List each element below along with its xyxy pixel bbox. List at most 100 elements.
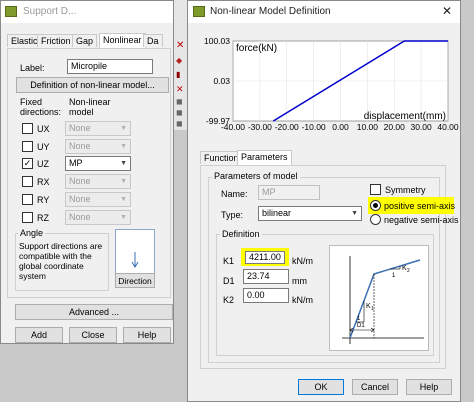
ux-model-select[interactable]: None ▼: [65, 121, 131, 136]
close-icon[interactable]: ✕: [442, 4, 452, 18]
label-caption: Label:: [20, 63, 45, 73]
y-tick-label: 0.03: [213, 76, 230, 86]
x-tick-label: 0.00: [332, 122, 349, 132]
nonlinear-dialog-titlebar[interactable]: Non-linear Model Definition ✕: [188, 1, 460, 23]
toolbar-square-icon[interactable]: ◼: [176, 97, 183, 106]
uz-checkbox[interactable]: ✓: [22, 158, 33, 169]
sketch-k1-subscript: 1: [371, 306, 374, 312]
positive-semi-axis-radio[interactable]: [370, 200, 381, 211]
ry-label: RY: [37, 195, 50, 205]
angle-group-title: Angle: [18, 228, 46, 238]
k1-input[interactable]: 4211.00: [245, 251, 285, 264]
x-axis-label: displacement(mm): [364, 111, 446, 122]
background-toolbar: ✕ ◆ ▮ ✕ ◼ ◼ ◼: [173, 0, 187, 130]
k1-caption: K1: [223, 256, 235, 266]
uz-model-value: MP: [69, 158, 83, 168]
negative-semi-axis-radio[interactable]: [370, 214, 381, 225]
chevron-down-icon: ▼: [120, 214, 127, 221]
uy-model-select[interactable]: None ▼: [65, 139, 131, 154]
support-tabs: Elastic Friction Gap Nonlinear Da: [7, 33, 171, 48]
y-tick-label: -99.97: [206, 116, 230, 126]
symmetry-label: Symmetry: [385, 185, 426, 195]
toolbar-node-icon[interactable]: ◆: [176, 56, 182, 65]
sketch-one-b: 1: [392, 273, 396, 279]
uy-model-value: None: [69, 141, 91, 151]
support-definition-dialog: Support D... Elastic Friction Gap Nonlin…: [0, 0, 174, 344]
tab-friction[interactable]: Friction: [37, 34, 75, 47]
d1-input[interactable]: 23.74: [243, 269, 289, 284]
uz-model-select[interactable]: MP ▼: [65, 156, 131, 171]
x-tick-label: -30.00: [248, 122, 272, 132]
direction-preview: [115, 229, 155, 275]
rz-model-select[interactable]: None ▼: [65, 210, 131, 225]
k2-input[interactable]: 0.00: [243, 288, 289, 303]
cancel-button[interactable]: Cancel: [352, 379, 398, 395]
ry-checkbox[interactable]: [22, 194, 33, 205]
rx-model-select[interactable]: None ▼: [65, 174, 131, 189]
advanced-button[interactable]: Advanced ...: [15, 304, 173, 320]
positive-semi-axis-label: positive semi-axis: [384, 201, 456, 211]
force-displacement-chart: -40.00 -30.00 -20.00 -10.00 0.00 10.00 20.00 30…: [204, 37, 459, 132]
definition-nonlinear-model-button[interactable]: Definition of non-linear model...: [16, 77, 169, 93]
y-tick-label: 100.03: [204, 37, 230, 46]
d1-caption: D1: [223, 276, 235, 286]
chevron-down-icon: ▼: [120, 178, 127, 185]
ok-button[interactable]: OK: [298, 379, 344, 395]
name-caption: Name:: [221, 189, 248, 199]
direction-button[interactable]: Direction: [115, 273, 155, 288]
rx-checkbox[interactable]: [22, 176, 33, 187]
chevron-down-icon: ▼: [120, 160, 127, 167]
d1-unit: mm: [292, 276, 307, 286]
app-icon: [5, 6, 17, 17]
nonlinear-dialog-title: Non-linear Model Definition: [210, 6, 331, 17]
chevron-down-icon: ▼: [351, 210, 358, 217]
chevron-down-icon: ▼: [120, 196, 127, 203]
toolbar-square-icon[interactable]: ◼: [176, 108, 183, 117]
chevron-down-icon: ▼: [120, 143, 127, 150]
help-button[interactable]: Help: [406, 379, 452, 395]
type-select[interactable]: bilinear ▼: [258, 206, 362, 221]
label-input[interactable]: Micropile: [67, 59, 153, 74]
tab-nonlinear[interactable]: Nonlinear: [99, 33, 146, 48]
rz-model-value: None: [69, 212, 91, 222]
symmetry-checkbox[interactable]: [370, 184, 381, 195]
nonlinear-model-dialog: Non-linear Model Definition ✕ -40.00 -30.…: [187, 0, 461, 402]
chevron-down-icon: ▼: [120, 125, 127, 132]
support-dialog-titlebar[interactable]: Support D...: [1, 1, 173, 23]
uy-label: UY: [37, 142, 50, 152]
ry-model-select[interactable]: None ▼: [65, 192, 131, 207]
rx-label: RX: [37, 177, 50, 187]
angle-description: Support directions are compatible with t…: [19, 241, 103, 281]
checkmark-icon: ✓: [23, 158, 32, 168]
rz-label: RZ: [37, 213, 49, 223]
app-icon: [193, 6, 205, 17]
fixed-directions-header: Fixed directions:: [20, 97, 62, 117]
toolbar-delete-icon[interactable]: ✕: [176, 84, 184, 95]
help-button[interactable]: Help: [123, 327, 171, 343]
ux-checkbox[interactable]: [22, 123, 33, 134]
toolbar-close-icon[interactable]: ✕: [176, 40, 184, 51]
tab-data[interactable]: Da: [143, 34, 163, 47]
close-button[interactable]: Close: [69, 327, 117, 343]
k2-unit: kN/m: [292, 295, 313, 305]
tab-parameters[interactable]: Parameters: [237, 150, 292, 165]
tab-gap[interactable]: Gap: [72, 34, 98, 47]
x-tick-label: 20.00: [384, 122, 406, 132]
rx-model-value: None: [69, 176, 91, 186]
arrow-down-icon: [131, 252, 139, 268]
type-value: bilinear: [262, 208, 292, 218]
rz-checkbox[interactable]: [22, 212, 33, 223]
bilinear-sketch-drawing: K 1 K 2 1 1 D1: [342, 256, 424, 344]
x-tick-label: -20.00: [275, 122, 299, 132]
uz-label: UZ: [37, 159, 49, 169]
toolbar-bar-icon[interactable]: ▮: [176, 70, 180, 79]
x-tick-label: 40.00: [437, 122, 459, 132]
sketch-one-a: 1: [357, 316, 361, 322]
name-input[interactable]: MP: [258, 185, 320, 200]
uy-checkbox[interactable]: [22, 141, 33, 152]
nonlinear-model-header: Non-linear model: [69, 97, 111, 117]
add-button[interactable]: Add: [15, 327, 63, 343]
y-axis-label: force(kN): [236, 43, 277, 54]
toolbar-square-icon[interactable]: ◼: [176, 119, 183, 128]
model-tabs: Functions Parameters: [200, 150, 310, 165]
